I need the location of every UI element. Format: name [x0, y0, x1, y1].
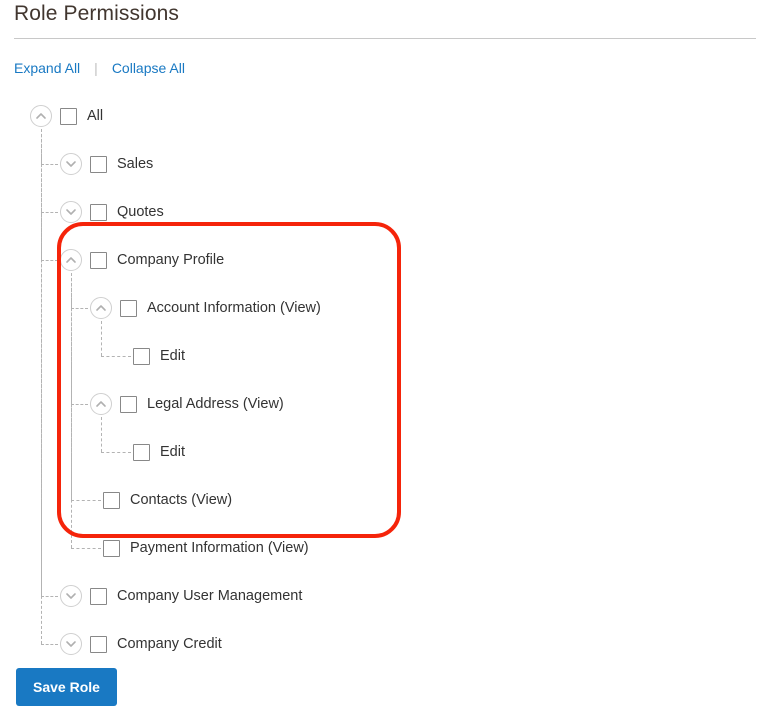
tree-node-row: Company Profile: [0, 236, 768, 284]
tree-guide-line: [71, 308, 88, 309]
permission-label: Edit: [160, 348, 185, 364]
permission-checkbox[interactable]: [60, 107, 77, 125]
chevron-down-icon[interactable]: [60, 585, 82, 607]
permission-label: Company User Management: [117, 588, 303, 604]
permission-checkbox[interactable]: [90, 155, 107, 173]
tree-guide-line: [101, 417, 102, 452]
tree-guide-line: [41, 596, 58, 597]
tree-guide-line: [71, 273, 72, 548]
permission-label: Company Profile: [117, 252, 225, 268]
tree-guide-line: [41, 644, 58, 645]
collapse-all-link[interactable]: Collapse All: [112, 60, 185, 76]
permission-label: Payment Information (View): [130, 540, 309, 556]
tree-node-row: Contacts (View): [0, 476, 768, 524]
tree-guide-line: [71, 500, 101, 501]
tree-guide-line: [41, 164, 58, 165]
tree-node-row: Sales: [0, 140, 768, 188]
chevron-down-icon[interactable]: [60, 633, 82, 655]
tree-guide-line: [101, 356, 131, 357]
link-separator: |: [94, 60, 98, 76]
permission-checkbox[interactable]: [120, 395, 137, 413]
permission-label: Sales: [117, 156, 154, 172]
tree-guide-line: [41, 212, 58, 213]
tree-guide-line: [101, 321, 102, 356]
tree-node-row: Quotes: [0, 188, 768, 236]
tree-guide-line: [41, 260, 58, 261]
tree-node-row: Company User Management: [0, 572, 768, 620]
chevron-up-icon[interactable]: [90, 297, 112, 319]
permission-checkbox[interactable]: [103, 539, 120, 557]
tree-node-row: All: [0, 92, 768, 140]
permission-label: Company Credit: [117, 636, 222, 652]
chevron-down-icon[interactable]: [60, 153, 82, 175]
tree-node-row: Legal Address (View): [0, 380, 768, 428]
expand-all-link[interactable]: Expand All: [14, 60, 80, 76]
permission-checkbox[interactable]: [133, 347, 150, 365]
tree-guide-line: [71, 404, 88, 405]
permission-checkbox[interactable]: [103, 491, 120, 509]
page-title: Role Permissions: [14, 2, 179, 25]
chevron-up-icon[interactable]: [90, 393, 112, 415]
chevron-down-icon[interactable]: [60, 201, 82, 223]
permission-checkbox[interactable]: [90, 203, 107, 221]
permission-checkbox[interactable]: [120, 299, 137, 317]
tree-node-row: Payment Information (View): [0, 524, 768, 572]
permission-checkbox[interactable]: [90, 251, 107, 269]
tree-guide-line: [101, 452, 131, 453]
permission-checkbox[interactable]: [90, 635, 107, 653]
tree-node-row: Account Information (View): [0, 284, 768, 332]
tree-node-row: Company Credit: [0, 620, 768, 668]
permissions-tree: All Sales Quotes Company Profile Account Inf…: [0, 92, 768, 668]
permission-checkbox[interactable]: [133, 443, 150, 461]
permission-label: All: [87, 108, 104, 124]
tree-guide-line: [41, 129, 42, 644]
save-role-button[interactable]: Save Role: [16, 668, 117, 706]
permission-label: Quotes: [117, 204, 164, 220]
chevron-up-icon[interactable]: [30, 105, 52, 127]
title-divider: [14, 38, 756, 39]
tree-controls: Expand All | Collapse All: [14, 60, 185, 76]
permission-label: Edit: [160, 444, 185, 460]
chevron-up-icon[interactable]: [60, 249, 82, 271]
tree-guide-line: [71, 548, 101, 549]
permission-label: Legal Address (View): [147, 396, 284, 412]
permission-label: Contacts (View): [130, 492, 233, 508]
permission-checkbox[interactable]: [90, 587, 107, 605]
permission-label: Account Information (View): [147, 300, 321, 316]
